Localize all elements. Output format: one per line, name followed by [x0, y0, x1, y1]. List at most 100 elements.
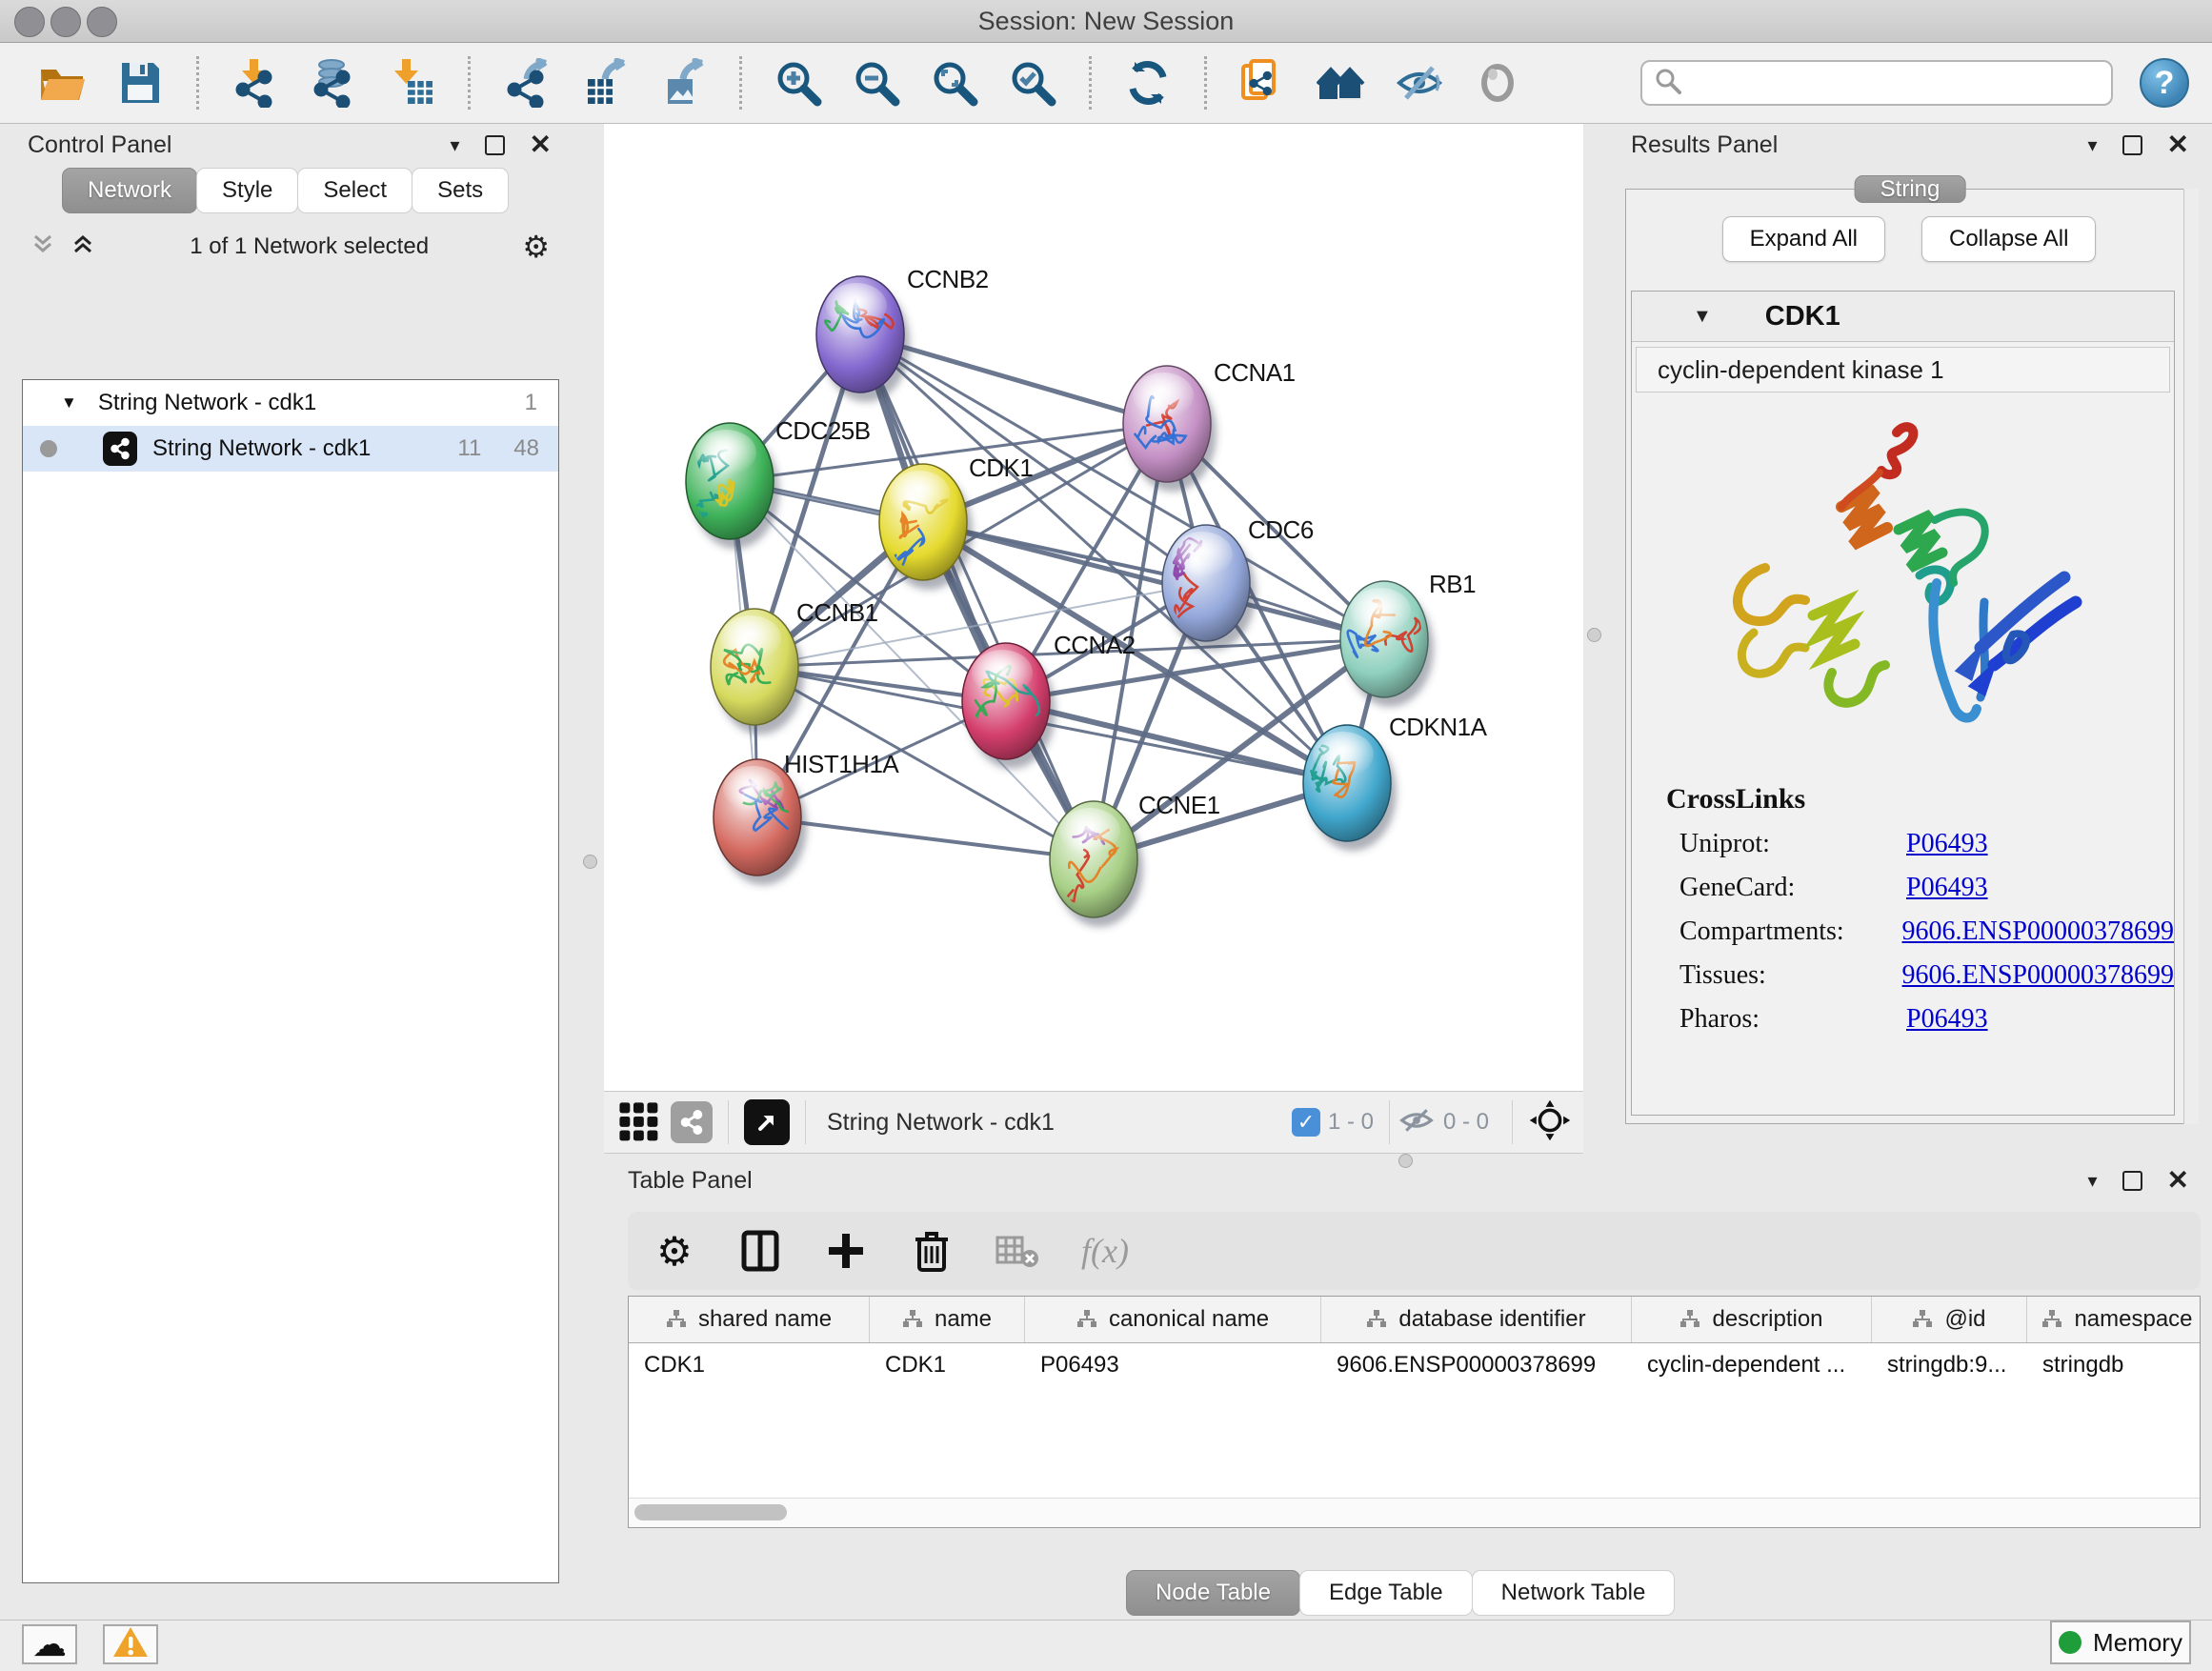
create-column-plus-icon[interactable]: [824, 1229, 868, 1273]
node-CDKN1A[interactable]: [1303, 725, 1397, 851]
node-CCNE1[interactable]: [1050, 801, 1143, 927]
search-input[interactable]: [1640, 60, 2113, 106]
string-results-box: Expand All Collapse All ▼ CDK1 cyclin-de…: [1625, 189, 2193, 1124]
tab-edge-table[interactable]: Edge Table: [1299, 1570, 1473, 1616]
import-network-file-icon[interactable]: [228, 55, 283, 111]
show-columns-icon[interactable]: [738, 1229, 782, 1273]
results-panel-float-icon[interactable]: [2122, 135, 2142, 155]
column-header-name[interactable]: name: [870, 1297, 1025, 1342]
table-panel-float-icon[interactable]: [2122, 1171, 2142, 1191]
table-row[interactable]: CDK1CDK1P064939606.ENSP00000378699cyclin…: [629, 1343, 2200, 1387]
open-in-window-icon[interactable]: [744, 1099, 790, 1145]
tab-network-table[interactable]: Network Table: [1472, 1570, 1676, 1616]
crosslink-link[interactable]: P06493: [1906, 1004, 1988, 1035]
node-RB1[interactable]: [1340, 581, 1434, 707]
left-splitter-handle[interactable]: [583, 855, 597, 869]
zoom-in-icon[interactable]: [771, 55, 826, 111]
export-network-icon[interactable]: [499, 55, 554, 111]
network-options-gear-icon[interactable]: ⚙: [522, 229, 550, 265]
string-home-icon[interactable]: [1314, 55, 1369, 111]
control-panel-float-icon[interactable]: [485, 135, 505, 155]
tab-style[interactable]: Style: [196, 168, 298, 213]
table-panel-collapse-icon[interactable]: ▾: [2087, 1169, 2097, 1193]
collection-expander-icon[interactable]: ▼: [61, 393, 77, 413]
crosslink-link[interactable]: P06493: [1906, 829, 1988, 859]
node-CDC6[interactable]: [1162, 525, 1256, 651]
show-glass-icon[interactable]: [1470, 55, 1525, 111]
node-CCNB1[interactable]: [711, 609, 804, 735]
refresh-view-icon[interactable]: [1120, 55, 1176, 111]
network-graph[interactable]: CCNB2CCNA1CDC25BCDK1CDC6RB1CCNB1CCNA2CDK…: [604, 124, 1583, 1091]
open-session-icon[interactable]: [34, 55, 90, 111]
edge-CCNB2-CCNE1[interactable]: [860, 334, 1094, 859]
protein-expander-icon[interactable]: ▼: [1693, 306, 1712, 328]
help-icon[interactable]: ?: [2140, 58, 2189, 108]
control-panel-collapse-icon[interactable]: ▾: [450, 133, 459, 157]
main-toolbar: ?: [0, 43, 2212, 124]
zoom-fit-icon[interactable]: [927, 55, 982, 111]
results-panel-collapse-icon[interactable]: ▾: [2087, 133, 2097, 157]
title-bar[interactable]: Session: New Session: [0, 0, 2212, 43]
table-scrollbar-thumb[interactable]: [634, 1504, 787, 1520]
column-header-canonical-name[interactable]: canonical name: [1025, 1297, 1321, 1342]
column-header-database-identifier[interactable]: database identifier: [1321, 1297, 1632, 1342]
export-image-icon[interactable]: [655, 55, 711, 111]
delete-table-icon[interactable]: [995, 1229, 1039, 1273]
import-table-file-icon[interactable]: [384, 55, 439, 111]
zoom-selected-icon[interactable]: [1005, 55, 1060, 111]
cloud-status-button[interactable]: ☁: [22, 1624, 77, 1664]
delete-column-trash-icon[interactable]: [910, 1229, 954, 1273]
zoom-out-icon[interactable]: [849, 55, 904, 111]
toolbar-separator: [196, 56, 199, 110]
warnings-button[interactable]: [103, 1624, 158, 1664]
expand-all-networks-icon[interactable]: [30, 231, 56, 264]
network-overview-share-icon[interactable]: [671, 1101, 713, 1143]
tab-string[interactable]: String: [1855, 175, 1966, 203]
tab-select[interactable]: Select: [297, 168, 412, 213]
control-panel-close-icon[interactable]: ✕: [530, 135, 552, 154]
crosslink-link[interactable]: 9606.ENSP00000378699: [1902, 916, 2174, 947]
toolbar-separator: [1204, 56, 1207, 110]
column-header--id[interactable]: @id: [1872, 1297, 2027, 1342]
column-header-shared-name[interactable]: shared name: [629, 1297, 870, 1342]
collapse-all-networks-icon[interactable]: [70, 231, 96, 264]
node-CDK1[interactable]: [879, 464, 973, 590]
crosslinks-section: CrossLinks Uniprot:P06493GeneCard:P06493…: [1666, 783, 2174, 1035]
export-table-icon[interactable]: [577, 55, 633, 111]
edge-CDK1-RB1[interactable]: [923, 522, 1384, 639]
node-CCNA2[interactable]: [962, 643, 1056, 769]
table-settings-gear-icon[interactable]: ⚙: [653, 1229, 696, 1273]
node-label-CCNB1: CCNB1: [796, 598, 878, 627]
crosslink-link[interactable]: P06493: [1906, 873, 1988, 903]
results-scrollbar[interactable]: [2183, 189, 2199, 1124]
birdseye-grid-icon[interactable]: [617, 1100, 661, 1144]
table-horizontal-scrollbar[interactable]: [629, 1498, 2200, 1527]
crosslink-link[interactable]: 9606.ENSP00000378699: [1902, 960, 2174, 991]
network-canvas[interactable]: CCNB2CCNA1CDC25BCDK1CDC6RB1CCNB1CCNA2CDK…: [604, 124, 1583, 1091]
memory-button[interactable]: Memory: [2050, 1621, 2191, 1664]
function-builder-icon[interactable]: f(x): [1081, 1231, 1129, 1271]
expand-all-button[interactable]: Expand All: [1722, 216, 1885, 262]
collapse-all-button[interactable]: Collapse All: [1921, 216, 2096, 262]
node-CCNB2[interactable]: [816, 276, 910, 402]
protein-header-row[interactable]: ▼ CDK1: [1632, 292, 2174, 342]
string-import-icon[interactable]: [1236, 55, 1291, 111]
selected-checkbox-icon[interactable]: ✓: [1292, 1108, 1320, 1137]
column-header-description[interactable]: description: [1632, 1297, 1872, 1342]
network-row[interactable]: String Network - cdk1 11 48: [23, 426, 558, 472]
table-panel-close-icon[interactable]: ✕: [2167, 1171, 2189, 1190]
fit-selected-crosshair-icon[interactable]: [1528, 1098, 1572, 1147]
search-field[interactable]: [1692, 69, 2100, 97]
tab-network[interactable]: Network: [62, 168, 197, 213]
save-session-icon[interactable]: [112, 55, 168, 111]
results-panel-close-icon[interactable]: ✕: [2167, 135, 2189, 154]
column-header-namespace[interactable]: namespace: [2027, 1297, 2201, 1342]
tab-node-table[interactable]: Node Table: [1126, 1570, 1300, 1616]
import-network-database-icon[interactable]: [306, 55, 361, 111]
tab-sets[interactable]: Sets: [412, 168, 509, 213]
edge-HIST1H1A-CCNE1[interactable]: [757, 817, 1094, 859]
network-collection-row[interactable]: ▼ String Network - cdk1 1: [23, 380, 558, 426]
right-splitter-handle[interactable]: [1587, 628, 1601, 642]
hide-glass-icon[interactable]: [1392, 55, 1447, 111]
hidden-eye-icon[interactable]: [1398, 1104, 1436, 1141]
